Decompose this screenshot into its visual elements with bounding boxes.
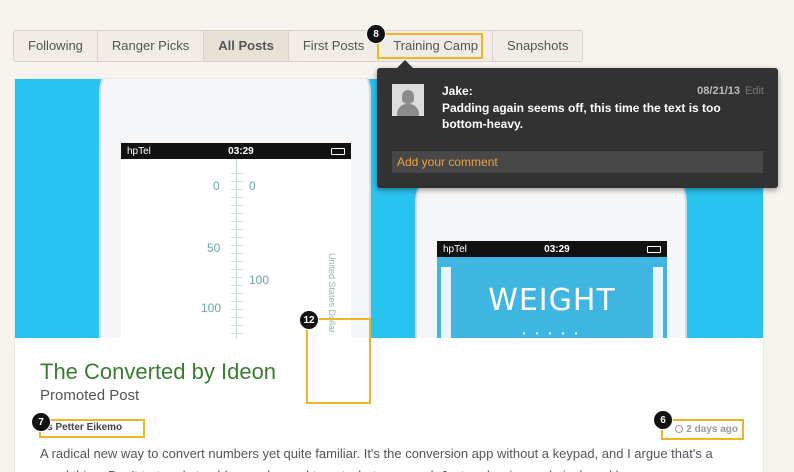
status-bar: hpTel 03:29	[121, 143, 351, 159]
post-subtitle: Promoted Post	[40, 387, 140, 404]
carrier-label: hpTel	[127, 145, 151, 157]
avatar-head	[402, 90, 414, 104]
tab-following[interactable]: Following	[14, 31, 98, 61]
avatar	[392, 84, 424, 116]
ruler-value: 100	[249, 273, 270, 287]
ruler-ticks	[231, 173, 243, 338]
popover-arrow	[397, 60, 413, 68]
tab-snapshots[interactable]: Snapshots	[493, 31, 582, 61]
ruler-value: 0	[249, 179, 256, 193]
comment-date: 08/21/13	[697, 85, 740, 97]
annotation-marker: 12	[299, 310, 319, 330]
battery-icon	[646, 245, 661, 253]
comment-input[interactable]	[392, 151, 763, 173]
phone-screen-ruler: hpTel 03:29 0 50 100 0 100 United States…	[121, 143, 351, 338]
tab-all-posts[interactable]: All Posts	[204, 31, 289, 61]
battery-icon	[330, 147, 345, 155]
page-dots: • • • • •	[522, 329, 582, 338]
tab-ranger-picks[interactable]: Ranger Picks	[98, 31, 205, 61]
annotation-highlight	[377, 33, 483, 59]
annotation-highlight	[39, 419, 145, 438]
ruler-value: 50	[207, 241, 221, 255]
annotation-highlight	[306, 318, 371, 404]
annotation-marker: 7	[31, 412, 51, 432]
weight-title: WEIGHT	[488, 283, 616, 318]
annotation-marker: 8	[366, 24, 386, 44]
comment-edit-link[interactable]: Edit	[745, 85, 764, 97]
status-bar: hpTel 03:29	[437, 241, 667, 257]
annotation-marker: 6	[653, 410, 673, 430]
ruler-value: 0	[213, 179, 220, 193]
clock-label: 03:29	[228, 145, 254, 157]
clock-label: 03:29	[544, 243, 570, 255]
carrier-label: hpTel	[443, 243, 467, 255]
ruler-value: 100	[201, 301, 222, 315]
annotation-highlight	[661, 419, 744, 440]
comment-text: Padding again seems off, this time the t…	[442, 101, 721, 131]
post-title[interactable]: The Converted by Ideon	[40, 359, 276, 385]
phone-screen-weight: hpTel 03:29 WEIGHT • • • • •	[437, 241, 667, 338]
phone-mockup-left: hpTel 03:29 0 50 100 0 100 United States…	[99, 79, 371, 338]
avatar-body	[397, 104, 419, 116]
filter-tabs: Following Ranger Picks All Posts First P…	[13, 30, 584, 62]
comment-popover: Jake: 08/21/13 Edit Padding again seems …	[377, 60, 778, 188]
comment-author: Jake:	[442, 84, 473, 98]
post-description: A radical new way to convert numbers yet…	[40, 446, 713, 472]
